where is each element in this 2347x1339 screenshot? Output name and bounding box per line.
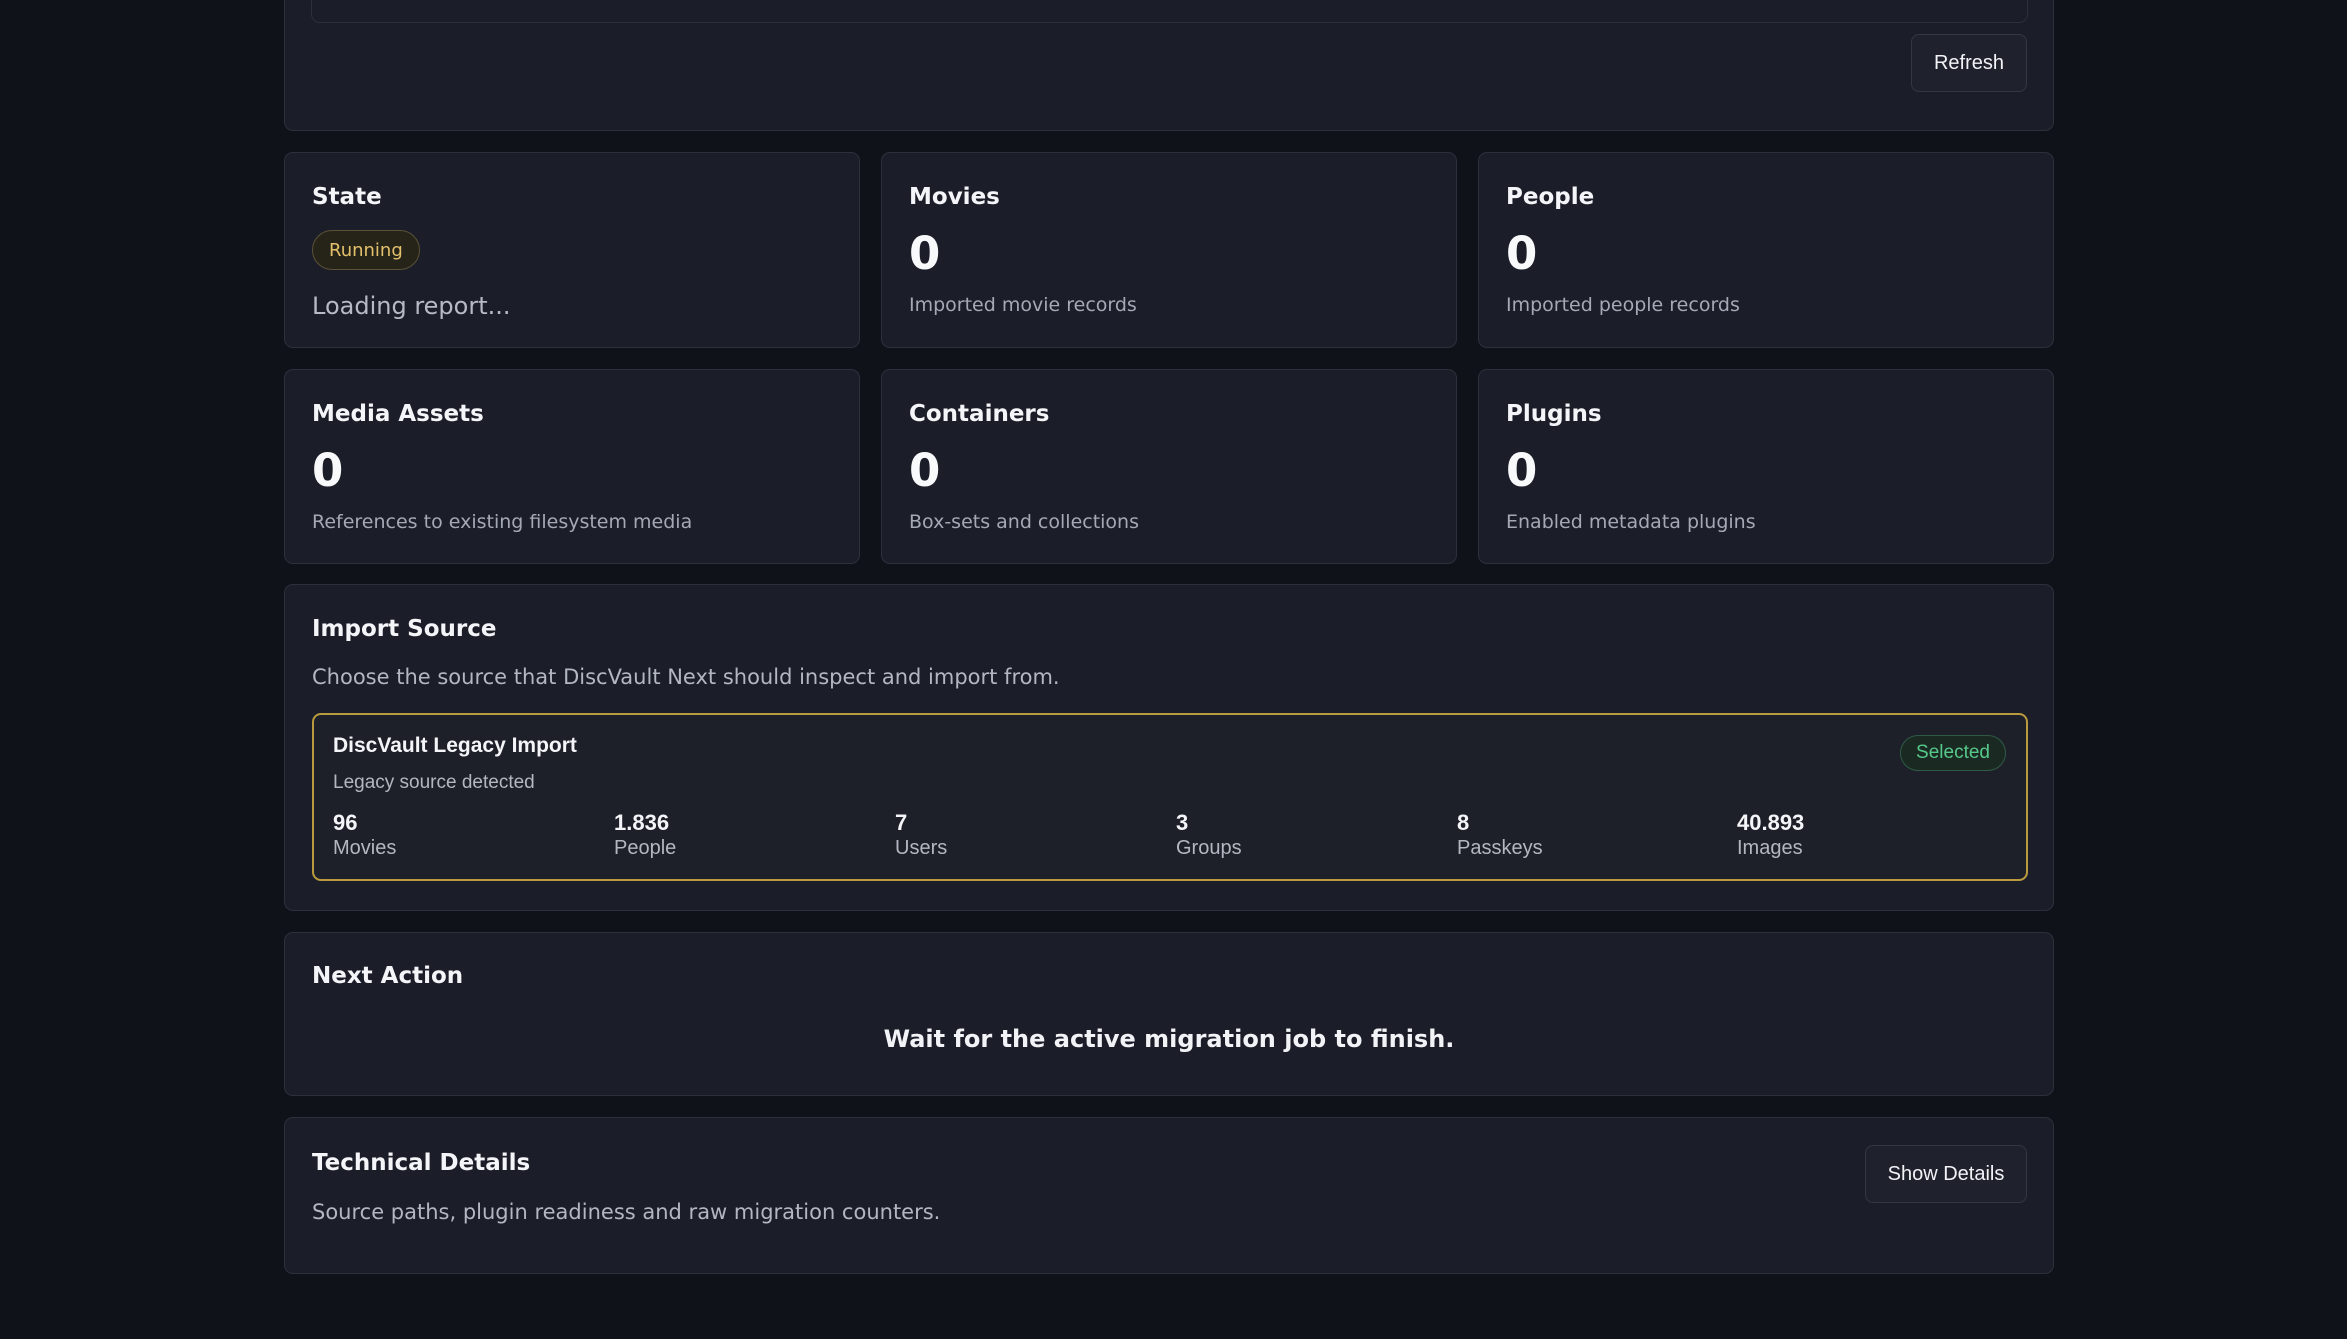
import-source-description: Choose the source that DiscVault Next sh… <box>312 665 1060 689</box>
metric-value: 3 <box>1176 810 1189 835</box>
metric-value: 8 <box>1457 810 1470 835</box>
containers-subtitle: Box-sets and collections <box>909 511 1139 533</box>
technical-details-title: Technical Details <box>312 1150 531 1176</box>
containers-title: Containers <box>909 401 1050 427</box>
state-title: State <box>312 184 382 210</box>
people-title: People <box>1506 184 1595 210</box>
movies-title: Movies <box>909 184 1000 210</box>
next-action-card: Next Action Wait for the active migratio… <box>284 932 2054 1096</box>
state-loading-text: Loading report... <box>312 292 511 320</box>
source-metric-images: 40.893 Images <box>1737 810 1805 860</box>
people-card: People 0 Imported people records <box>1478 152 2054 348</box>
metric-label: Groups <box>1176 837 1242 860</box>
source-metric-movies: 96 Movies <box>333 810 397 860</box>
metric-value: 1.836 <box>614 810 670 835</box>
import-source-card: Import Source Choose the source that Dis… <box>284 584 2054 911</box>
metric-label: Movies <box>333 837 397 860</box>
source-name: DiscVault Legacy Import <box>333 734 577 757</box>
plugins-title: Plugins <box>1506 401 1602 427</box>
people-subtitle: Imported people records <box>1506 294 1740 316</box>
next-action-title: Next Action <box>312 963 464 989</box>
metric-label: Users <box>895 837 948 860</box>
containers-card: Containers 0 Box-sets and collections <box>881 369 1457 564</box>
plugins-card: Plugins 0 Enabled metadata plugins <box>1478 369 2054 564</box>
metric-label: Images <box>1737 837 1803 860</box>
metric-label: People <box>614 837 677 860</box>
next-action-message: Wait for the active migration job to fin… <box>883 1025 1455 1053</box>
refresh-button[interactable]: Refresh <box>1911 34 2027 92</box>
movies-card: Movies 0 Imported movie records <box>881 152 1457 348</box>
source-metric-users: 7 Users <box>895 810 948 860</box>
movies-value: 0 <box>909 227 941 280</box>
plugins-subtitle: Enabled metadata plugins <box>1506 511 1756 533</box>
people-value: 0 <box>1506 227 1538 280</box>
plugins-value: 0 <box>1506 444 1538 497</box>
metric-value: 7 <box>895 810 908 835</box>
show-details-button[interactable]: Show Details <box>1865 1145 2027 1203</box>
source-option-discvault-legacy[interactable]: DiscVault Legacy Import Legacy source de… <box>312 713 2028 881</box>
media-assets-value: 0 <box>312 444 344 497</box>
technical-details-card: Technical Details Source paths, plugin r… <box>284 1117 2054 1274</box>
selected-badge: Selected <box>1900 735 2006 771</box>
top-card: Refresh <box>284 0 2054 131</box>
state-card: State Running Loading report... <box>284 152 860 348</box>
media-assets-title: Media Assets <box>312 401 484 427</box>
metric-value: 40.893 <box>1737 810 1805 835</box>
status-badge-running: Running <box>312 230 420 270</box>
containers-value: 0 <box>909 444 941 497</box>
metric-label: Passkeys <box>1457 837 1543 860</box>
source-metric-groups: 3 Groups <box>1176 810 1242 860</box>
top-inner-panel <box>311 0 2028 23</box>
import-source-title: Import Source <box>312 616 497 642</box>
media-assets-subtitle: References to existing filesystem media <box>312 511 693 533</box>
source-metric-passkeys: 8 Passkeys <box>1457 810 1543 860</box>
source-status: Legacy source detected <box>333 772 535 793</box>
source-metric-people: 1.836 People <box>614 810 677 860</box>
movies-subtitle: Imported movie records <box>909 294 1137 316</box>
media-assets-card: Media Assets 0 References to existing fi… <box>284 369 860 564</box>
technical-details-description: Source paths, plugin readiness and raw m… <box>312 1200 941 1224</box>
metric-value: 96 <box>333 810 358 835</box>
